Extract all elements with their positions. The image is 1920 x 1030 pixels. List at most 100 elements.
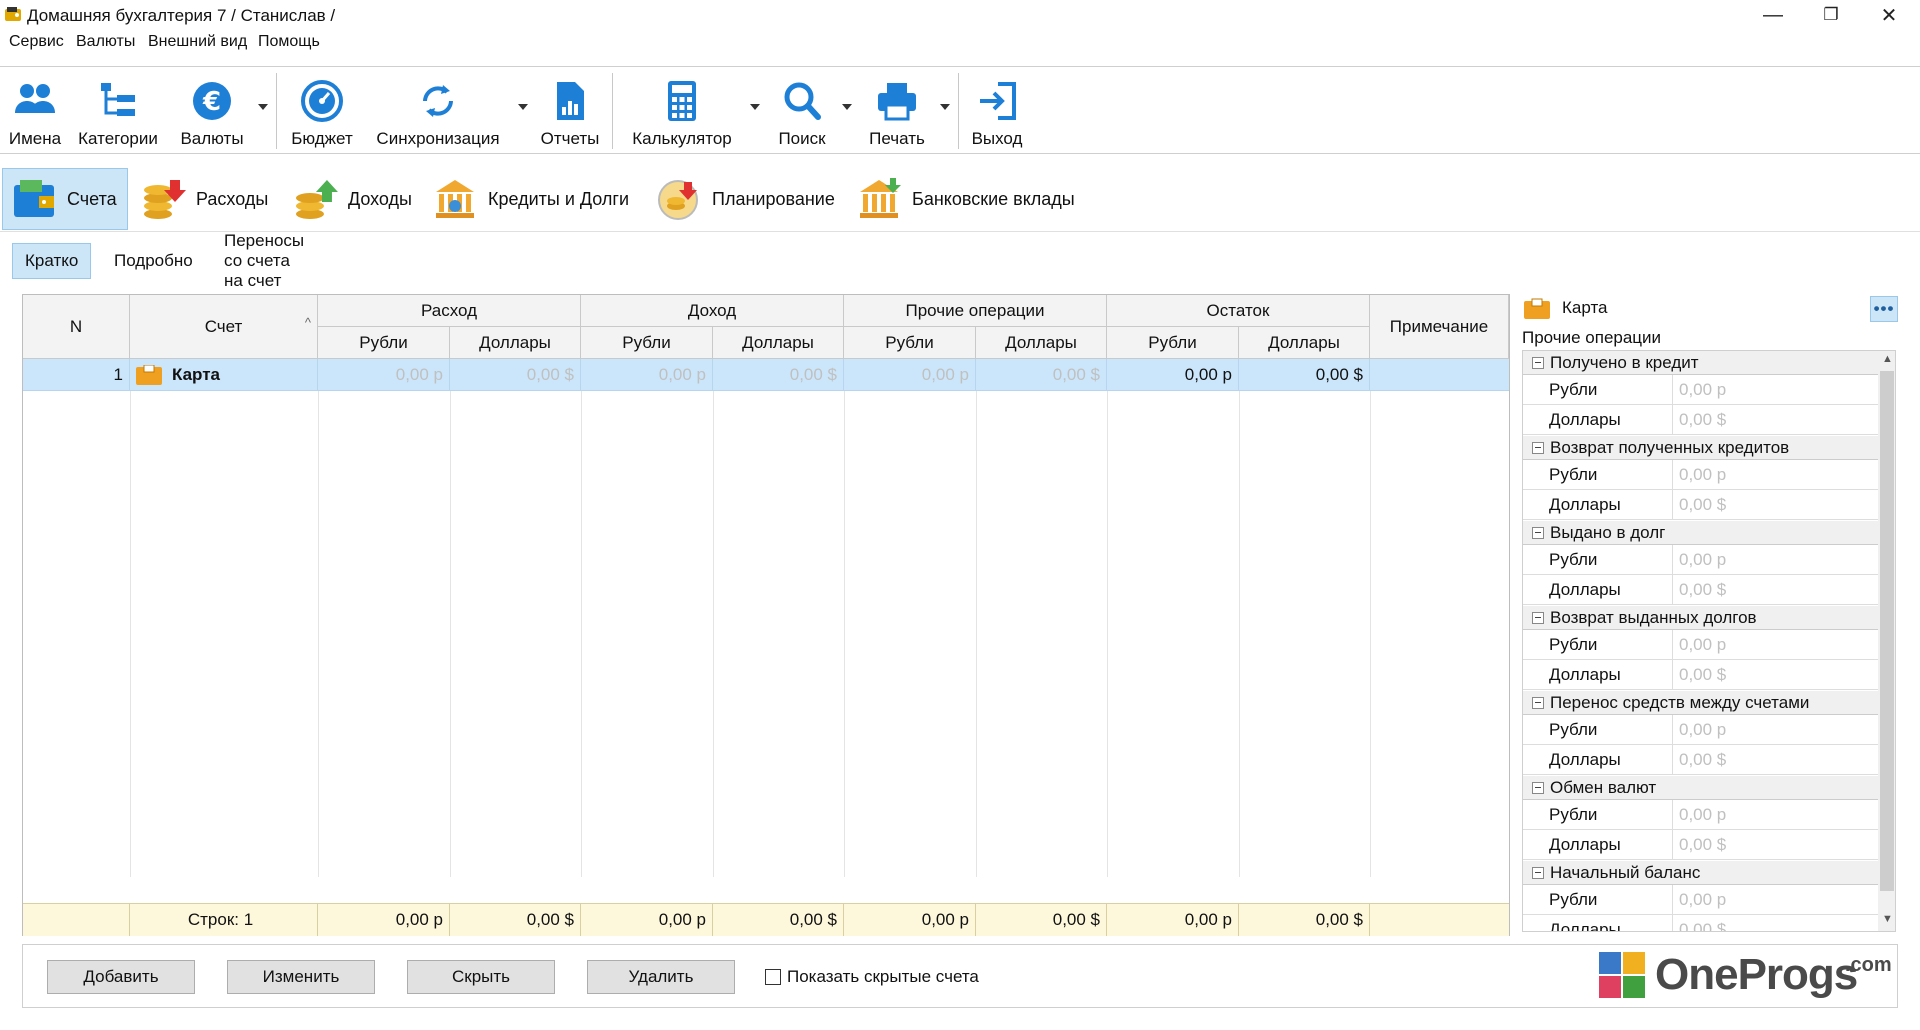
col-header-oth-rub[interactable]: Рубли <box>844 327 976 359</box>
col-header-note[interactable]: Примечание <box>1370 295 1509 359</box>
categories-tree-icon <box>101 83 135 116</box>
reports-button[interactable]: Отчеты <box>532 67 608 155</box>
menu-appearance[interactable]: Внешний вид <box>148 33 247 51</box>
collapse-icon[interactable] <box>1532 866 1544 879</box>
property-value[interactable]: 0,00 р <box>1673 800 1726 829</box>
col-header-account[interactable]: Счет ^ <box>130 295 318 359</box>
row-account-cell: Карта <box>130 359 318 391</box>
col-header-inc-usd[interactable]: Доллары <box>713 327 844 359</box>
search-dropdown-arrow[interactable] <box>842 104 852 110</box>
search-button[interactable]: Поиск <box>766 67 838 155</box>
property-key: Рубли <box>1523 800 1673 829</box>
table-row[interactable]: 1 Карта 0,00 р 0,00 $ 0,00 р 0,00 $ 0,00… <box>23 359 1509 391</box>
property-key: Рубли <box>1523 545 1673 574</box>
currencies-dropdown-arrow[interactable] <box>258 104 268 110</box>
collapse-icon[interactable] <box>1532 696 1544 709</box>
nav-deposits[interactable]: Банковские вклады <box>856 168 1086 230</box>
more-options-button[interactable]: ••• <box>1870 296 1898 322</box>
grid-line <box>844 391 845 877</box>
row-exp-usd: 0,00 $ <box>450 359 581 391</box>
add-button[interactable]: Добавить <box>47 960 195 994</box>
categories-button[interactable]: Категории <box>72 67 164 155</box>
col-header-oth-usd[interactable]: Доллары <box>976 327 1107 359</box>
deposit-bank-icon <box>860 178 901 218</box>
sync-dropdown-arrow[interactable] <box>518 104 528 110</box>
collapse-icon[interactable] <box>1532 356 1544 369</box>
property-value[interactable]: 0,00 р <box>1673 630 1726 659</box>
print-button[interactable]: Печать <box>858 67 936 155</box>
group-currency-exchange[interactable]: Обмен валют <box>1523 776 1878 800</box>
print-dropdown-arrow[interactable] <box>940 104 950 110</box>
tab-detailed[interactable]: Подробно <box>102 243 205 279</box>
group-debt-returned[interactable]: Возврат выданных долгов <box>1523 606 1878 630</box>
property-row: Рубли 0,00 р <box>1523 545 1878 575</box>
scrollbar[interactable]: ▲ ▼ <box>1878 351 1895 931</box>
scroll-down-icon[interactable]: ▼ <box>1882 913 1893 925</box>
restore-button[interactable]: ❐ <box>1802 0 1860 30</box>
collapse-icon[interactable] <box>1532 781 1544 794</box>
property-value[interactable]: 0,00 $ <box>1673 490 1726 519</box>
property-value[interactable]: 0,00 р <box>1673 545 1726 574</box>
collapse-icon[interactable] <box>1532 441 1544 454</box>
group-credit-repayment[interactable]: Возврат полученных кредитов <box>1523 436 1878 460</box>
nav-planning[interactable]: Планирование <box>656 168 838 230</box>
show-hidden-label[interactable]: Показать скрытые счета <box>787 967 979 987</box>
grid-line <box>1239 391 1240 877</box>
property-value[interactable]: 0,00 $ <box>1673 915 1726 932</box>
col-header-inc-rub[interactable]: Рубли <box>581 327 713 359</box>
delete-button[interactable]: Удалить <box>587 960 735 994</box>
menu-service[interactable]: Сервис <box>9 33 64 51</box>
property-value[interactable]: 0,00 $ <box>1673 745 1726 774</box>
property-value[interactable]: 0,00 $ <box>1673 660 1726 689</box>
property-value[interactable]: 0,00 р <box>1673 715 1726 744</box>
names-button[interactable]: Имена <box>6 67 64 155</box>
property-value[interactable]: 0,00 р <box>1673 885 1726 914</box>
menu-help[interactable]: Помощь <box>258 33 320 51</box>
col-header-exp-rub[interactable]: Рубли <box>318 327 450 359</box>
grid-line <box>976 391 977 877</box>
group-lent[interactable]: Выдано в долг <box>1523 521 1878 545</box>
nav-expenses[interactable]: Расходы <box>140 168 272 230</box>
nav-income[interactable]: Доходы <box>292 168 412 230</box>
property-value[interactable]: 0,00 р <box>1673 460 1726 489</box>
calculator-dropdown-arrow[interactable] <box>750 104 760 110</box>
group-received-credit[interactable]: Получено в кредит <box>1523 351 1878 375</box>
col-header-bal-rub[interactable]: Рубли <box>1107 327 1239 359</box>
minimize-button[interactable]: — <box>1744 0 1802 30</box>
col-header-other: Прочие операции <box>844 295 1107 327</box>
property-row: Доллары 0,00 $ <box>1523 405 1878 435</box>
budget-button[interactable]: Бюджет <box>284 67 360 155</box>
edit-button[interactable]: Изменить <box>227 960 375 994</box>
hide-button[interactable]: Скрыть <box>407 960 555 994</box>
property-value[interactable]: 0,00 $ <box>1673 830 1726 859</box>
group-initial-balance[interactable]: Начальный баланс <box>1523 861 1878 885</box>
nav-deposits-label: Банковские вклады <box>912 188 1075 209</box>
sync-button[interactable]: Синхронизация <box>370 67 506 155</box>
nav-loans[interactable]: Кредиты и Долги <box>432 168 636 230</box>
property-value[interactable]: 0,00 р <box>1673 375 1726 404</box>
property-value[interactable]: 0,00 $ <box>1673 575 1726 604</box>
calculator-button[interactable]: Калькулятор <box>622 67 742 155</box>
scrollbar-thumb[interactable] <box>1880 371 1894 891</box>
property-row: Рубли 0,00 р <box>1523 715 1878 745</box>
col-header-bal-usd[interactable]: Доллары <box>1239 327 1370 359</box>
col-header-exp-usd[interactable]: Доллары <box>450 327 581 359</box>
sync-icon <box>423 85 453 117</box>
menu-currencies[interactable]: Валюты <box>76 33 135 51</box>
close-button[interactable]: ✕ <box>1860 0 1918 30</box>
property-row: Рубли 0,00 р <box>1523 460 1878 490</box>
scroll-up-icon[interactable]: ▲ <box>1882 353 1893 365</box>
collapse-icon[interactable] <box>1532 611 1544 624</box>
property-value[interactable]: 0,00 $ <box>1673 405 1726 434</box>
col-header-n[interactable]: N <box>23 295 130 359</box>
tab-transfers[interactable]: Переносы со счета на счет <box>212 231 316 290</box>
nav-accounts[interactable]: Счета <box>2 168 128 230</box>
exit-button[interactable]: Выход <box>966 67 1028 155</box>
tab-brief[interactable]: Кратко <box>12 243 92 279</box>
group-transfer[interactable]: Перенос средств между счетами <box>1523 691 1878 715</box>
show-hidden-checkbox[interactable] <box>765 969 781 985</box>
property-row: Доллары 0,00 $ <box>1523 745 1878 775</box>
group-label: Обмен валют <box>1550 777 1657 797</box>
collapse-icon[interactable] <box>1532 526 1544 539</box>
currencies-button[interactable]: € Валюты <box>174 67 250 155</box>
